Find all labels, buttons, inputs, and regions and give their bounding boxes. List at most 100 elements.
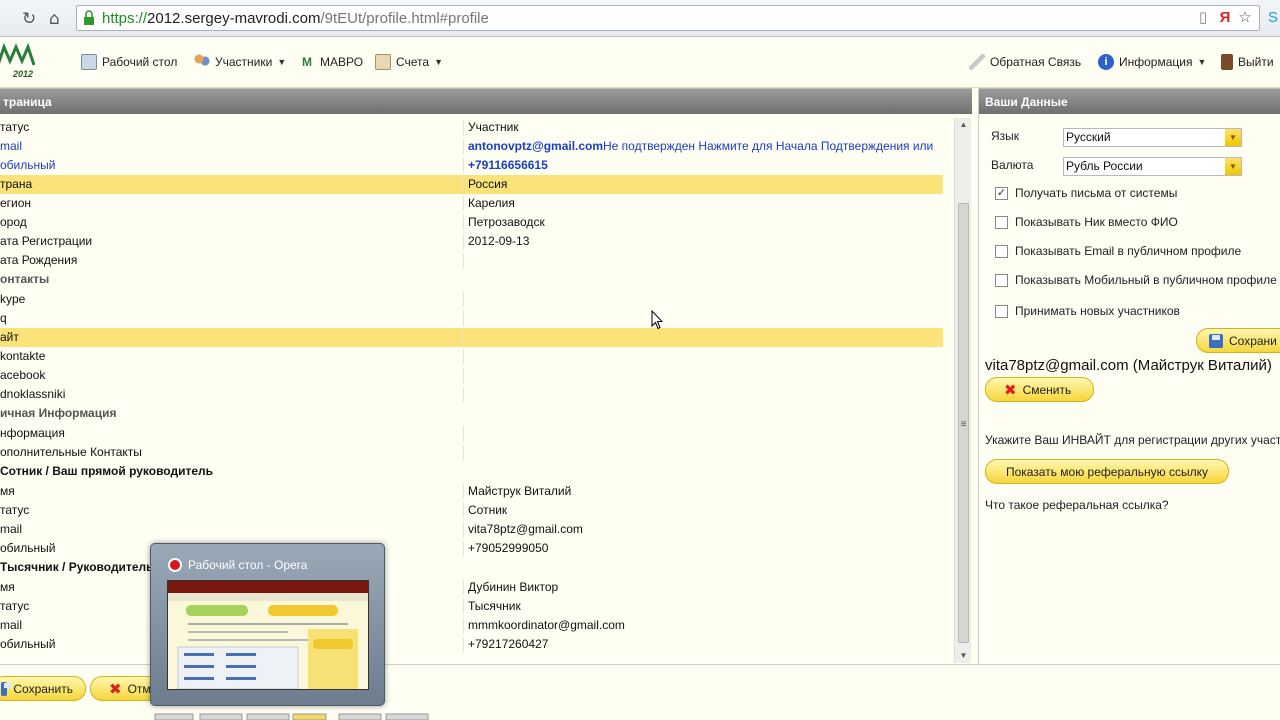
page-icon[interactable]: ▯ (1194, 9, 1212, 27)
row-value: vita78ptz@gmail.com (468, 522, 583, 536)
chevron-down-icon: ▼ (1197, 57, 1207, 67)
account-line: vita78ptz@gmail.com (Майструк Виталий) (985, 357, 1272, 374)
profile-table: татус Участник mail antonovptz@gmail.com Не… (0, 118, 943, 654)
checkbox[interactable] (995, 304, 1008, 318)
save-label: Сохранить (13, 681, 73, 696)
info-icon: i (1098, 54, 1114, 70)
row-label: dnoklassniki (0, 387, 66, 401)
row-label: обильный (0, 158, 56, 172)
column-divider (463, 618, 464, 633)
row-value: Карелия (468, 196, 515, 210)
scroll-down-icon[interactable]: ▼ (955, 649, 972, 663)
menu-mavro-label: МАВРО (320, 55, 364, 69)
yandex-icon[interactable]: Я (1216, 9, 1234, 27)
column-divider (463, 503, 464, 518)
checkbox[interactable] (995, 244, 1008, 258)
settings-save-button[interactable]: Сохрани (1196, 328, 1280, 353)
row-value: Сотник (468, 503, 508, 517)
row-label: мя (0, 580, 15, 594)
checkbox-show-nick[interactable]: Показывать Ник вместо ФИО (995, 215, 1178, 229)
chevron-down-icon: ▼ (434, 57, 444, 67)
row-label: kype (0, 292, 26, 306)
checkbox-show-mobile[interactable]: Показывать Мобильный в публичном профиле (995, 273, 1277, 287)
menu-participants[interactable]: Участники ▼ (194, 52, 286, 72)
table-row: айт (0, 328, 943, 347)
url-input[interactable]: https://2012.sergey-mavrodi.com/9tEUt/pr… (76, 5, 1260, 31)
chevron-down-icon[interactable]: ▼ (1225, 158, 1241, 175)
row-value: Петрозаводск (468, 215, 545, 229)
checkbox-show-email[interactable]: Показывать Email в публичном профиле (995, 244, 1241, 258)
users-icon (194, 54, 210, 70)
checkbox[interactable] (995, 273, 1008, 287)
show-referral-button[interactable]: Показать мою реферальную ссылку (985, 459, 1229, 484)
section-heading-row: Тысячник / Руководитель (0, 558, 943, 578)
logo[interactable]: 2012 (0, 42, 38, 81)
checkbox-checked[interactable]: ✓ (995, 186, 1008, 200)
skype-icon[interactable]: S (1264, 9, 1280, 27)
row-label: ород (0, 215, 27, 229)
checkbox-label: Показывать Email в публичном профиле (1015, 244, 1242, 258)
menu-feedback[interactable]: Обратная Связь (969, 52, 1081, 72)
home-icon[interactable]: ⌂ (49, 9, 60, 29)
mouse-cursor-icon (651, 310, 663, 330)
back-icon[interactable]: › (0, 9, 1, 29)
language-select[interactable]: Русский ▼ (1063, 128, 1242, 147)
confirm-email-link[interactable]: Не подтвержден Нажмите для Начала Подтве… (603, 137, 933, 156)
reload-icon[interactable]: ↻ (22, 9, 36, 29)
table-row: ород Петрозаводск (0, 213, 943, 232)
row-label: татус (0, 599, 30, 613)
table-row: мя Майструк Виталий (0, 482, 943, 501)
save-icon (1209, 333, 1223, 348)
save-button[interactable]: Сохранить (0, 676, 86, 701)
column-divider (463, 426, 464, 441)
language-value: Русский (1066, 130, 1111, 144)
table-row: татус Тысячник (0, 597, 943, 616)
menu-desktop-label: Рабочий стол (102, 55, 178, 69)
row-label: обильный (0, 541, 56, 555)
row-label: mail (0, 618, 23, 632)
row-value: Участник (468, 120, 519, 134)
column-divider (463, 253, 464, 268)
menu-desktop[interactable]: Рабочий стол (81, 52, 177, 72)
table-row: mail vita78ptz@gmail.com (0, 520, 943, 539)
close-icon: ✖ (109, 680, 122, 698)
checkbox-receive-emails[interactable]: ✓ Получать письма от системы (995, 186, 1177, 200)
scroll-up-icon[interactable]: ▲ (955, 118, 972, 132)
window-preview[interactable] (167, 580, 369, 690)
taskbar-strip (154, 713, 429, 720)
currency-select[interactable]: Рубль России ▼ (1063, 157, 1242, 176)
profile-panel: траница татус Участник mail antonovptz@gmai… (0, 88, 972, 664)
column-divider (463, 541, 464, 556)
menu-info[interactable]: i Информация ▼ (1098, 52, 1206, 72)
taskbar-thumbnail-popup[interactable]: Рабочий стол - Opera (150, 543, 385, 706)
change-button[interactable]: ✖ Сменить (985, 377, 1094, 402)
chevron-down-icon[interactable]: ▼ (1225, 129, 1241, 146)
column-divider (463, 196, 464, 211)
change-label: Сменить (1022, 382, 1072, 397)
row-value[interactable]: antonovptz@gmail.com (468, 137, 603, 156)
feedback-icon (969, 54, 985, 70)
menu-exit[interactable]: Выйти (1221, 52, 1274, 72)
referral-help-link[interactable]: Что такое реферальная ссылка? (985, 498, 1169, 512)
checkbox-accept-participants[interactable]: Принимать новых участников (995, 304, 1180, 318)
column-divider (463, 215, 464, 230)
row-value: +79217260427 (468, 637, 549, 651)
table-row: обильный +79217260427 (0, 635, 943, 654)
menu-accounts[interactable]: Счета ▼ (375, 52, 443, 72)
row-value[interactable]: +79116656615 (468, 156, 548, 175)
row-value: +79052999050 (468, 541, 549, 555)
opera-icon (168, 558, 182, 572)
currency-value: Рубль России (1066, 159, 1143, 173)
row-label: Тысячник / Руководитель (0, 560, 154, 574)
profile-scrollbar[interactable]: ▲ ≡ ▼ (954, 118, 971, 663)
row-label: ополнительные Контакты (0, 445, 142, 459)
row-label: трана (0, 177, 33, 191)
table-row: mail antonovptz@gmail.com Не подтвержден … (0, 137, 943, 156)
menu-mavro[interactable]: M МАВРО (299, 52, 363, 72)
row-label: обильный (0, 637, 56, 651)
close-icon: ✖ (1004, 381, 1017, 399)
table-row: трана Россия (0, 175, 943, 194)
star-icon[interactable]: ☆ (1236, 9, 1254, 27)
checkbox[interactable] (995, 215, 1008, 229)
row-label: mail (0, 522, 23, 536)
